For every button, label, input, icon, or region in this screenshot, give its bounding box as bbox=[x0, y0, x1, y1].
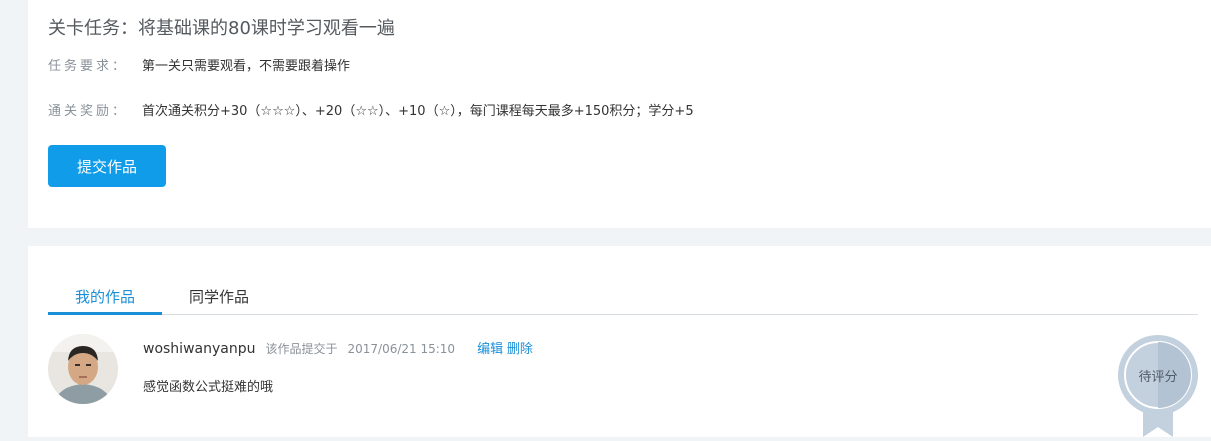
status-badge: 待评分 bbox=[1117, 334, 1199, 437]
delete-link[interactable]: 删除 bbox=[507, 342, 533, 357]
avatar[interactable] bbox=[48, 334, 118, 404]
edit-link[interactable]: 编辑 bbox=[477, 342, 503, 357]
works-card: 我的作品 同学作品 woshiwanyanpu 该作品提交于 2017/06/21 … bbox=[28, 246, 1211, 437]
submitted-date: 2017/06/21 15:10 bbox=[347, 342, 456, 356]
task-title: 关卡任务：将基础课的80课时学习观看一遍 bbox=[48, 18, 395, 39]
work-meta: woshiwanyanpu 该作品提交于 2017/06/21 15:10 编辑 删除 bbox=[143, 338, 533, 357]
work-username[interactable]: woshiwanyanpu bbox=[143, 341, 255, 357]
submit-work-button[interactable]: 提交作品 bbox=[48, 145, 166, 187]
tab-classmates-works[interactable]: 同学作品 bbox=[162, 282, 276, 314]
requirement-value: 第一关只需要观看，不需要跟着操作 bbox=[142, 59, 351, 74]
submitted-label: 该作品提交于 bbox=[265, 342, 338, 356]
avatar-image bbox=[48, 334, 118, 404]
works-tabs: 我的作品 同学作品 bbox=[48, 282, 1198, 315]
reward-row: 通关奖励： 首次通关积分+30（☆☆☆）、+20（☆☆）、+10（☆），每门课程每… bbox=[48, 100, 694, 119]
requirement-label: 任务要求： bbox=[48, 59, 129, 74]
task-card: 关卡任务：将基础课的80课时学习观看一遍 任务要求： 第一关只需要观看，不需要跟着… bbox=[28, 0, 1211, 228]
requirement-row: 任务要求： 第一关只需要观看，不需要跟着操作 bbox=[48, 55, 350, 74]
tab-my-works[interactable]: 我的作品 bbox=[48, 282, 162, 315]
reward-label: 通关奖励： bbox=[48, 104, 129, 119]
status-badge-label: 待评分 bbox=[1138, 369, 1178, 385]
work-comment: 感觉函数公式挺难的哦 bbox=[143, 380, 274, 395]
reward-value: 首次通关积分+30（☆☆☆）、+20（☆☆）、+10（☆），每门课程每天最多+1… bbox=[142, 104, 694, 119]
